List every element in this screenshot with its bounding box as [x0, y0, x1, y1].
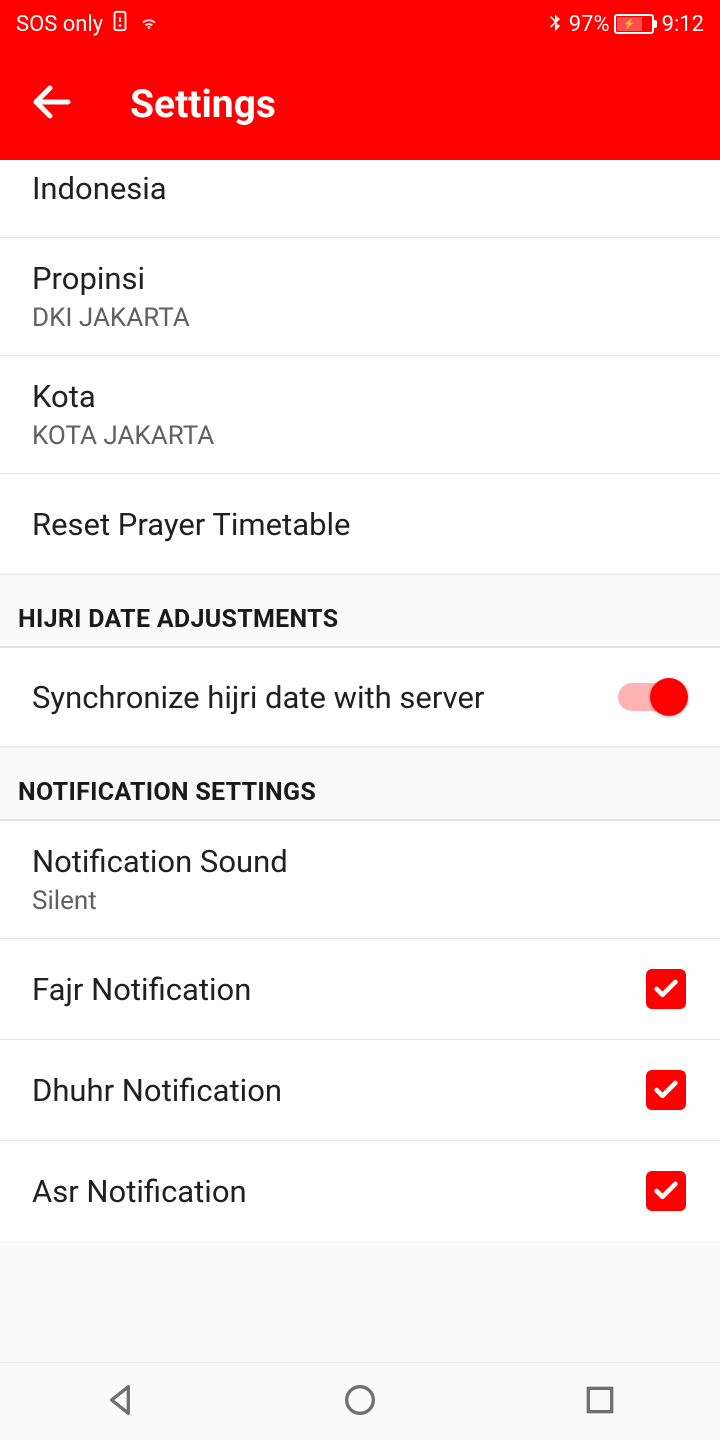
- sync-hijri-label: Synchronize hijri date with server: [32, 679, 484, 716]
- wifi-icon: [137, 9, 161, 39]
- network-status-text: SOS only: [16, 12, 103, 37]
- nav-recent-icon[interactable]: [580, 1380, 620, 1424]
- city-label: Kota: [32, 378, 214, 415]
- bluetooth-icon: [545, 11, 565, 37]
- country-value: Indonesia: [32, 170, 688, 207]
- notification-sound-item[interactable]: Notification Sound Silent: [0, 821, 720, 939]
- app-bar: Settings: [0, 48, 720, 160]
- notification-sound-label: Notification Sound: [32, 843, 288, 880]
- back-icon[interactable]: [28, 78, 76, 130]
- section-notification-header: NOTIFICATION SETTINGS: [0, 746, 720, 821]
- sim-alert-icon: [109, 10, 131, 38]
- nav-home-icon[interactable]: [340, 1380, 380, 1424]
- city-value: KOTA JAKARTA: [32, 421, 214, 451]
- section-hijri-header: HIJRI DATE ADJUSTMENTS: [0, 573, 720, 648]
- status-left: SOS only: [16, 9, 161, 39]
- settings-list: Indonesia Propinsi DKI JAKARTA Kota KOTA…: [0, 160, 720, 1241]
- fajr-checkbox[interactable]: [646, 969, 686, 1009]
- dhuhr-checkbox[interactable]: [646, 1070, 686, 1110]
- notification-sound-value: Silent: [32, 886, 288, 916]
- battery-percent-text: 97%: [569, 12, 610, 37]
- fajr-label: Fajr Notification: [32, 971, 251, 1008]
- fajr-notification-item[interactable]: Fajr Notification: [0, 939, 720, 1040]
- dhuhr-label: Dhuhr Notification: [32, 1072, 282, 1109]
- province-label: Propinsi: [32, 260, 190, 297]
- country-item[interactable]: Indonesia: [0, 160, 720, 238]
- system-nav-bar: [0, 1362, 720, 1440]
- dhuhr-notification-item[interactable]: Dhuhr Notification: [0, 1040, 720, 1141]
- page-title: Settings: [130, 81, 276, 127]
- status-right: 97% ⚡ 9:12: [545, 11, 704, 37]
- nav-back-icon[interactable]: [100, 1380, 140, 1424]
- sync-hijri-toggle[interactable]: [618, 678, 688, 716]
- reset-prayer-timetable-item[interactable]: Reset Prayer Timetable: [0, 474, 720, 573]
- asr-notification-item[interactable]: Asr Notification: [0, 1141, 720, 1241]
- asr-checkbox[interactable]: [646, 1171, 686, 1211]
- asr-label: Asr Notification: [32, 1173, 247, 1210]
- city-item[interactable]: Kota KOTA JAKARTA: [0, 356, 720, 474]
- status-bar: SOS only 97% ⚡ 9:12: [0, 0, 720, 48]
- province-item[interactable]: Propinsi DKI JAKARTA: [0, 238, 720, 356]
- clock-text: 9:12: [662, 12, 704, 37]
- sync-hijri-item[interactable]: Synchronize hijri date with server: [0, 648, 720, 746]
- reset-label: Reset Prayer Timetable: [32, 506, 688, 543]
- province-value: DKI JAKARTA: [32, 303, 190, 333]
- battery-icon: ⚡: [614, 14, 654, 34]
